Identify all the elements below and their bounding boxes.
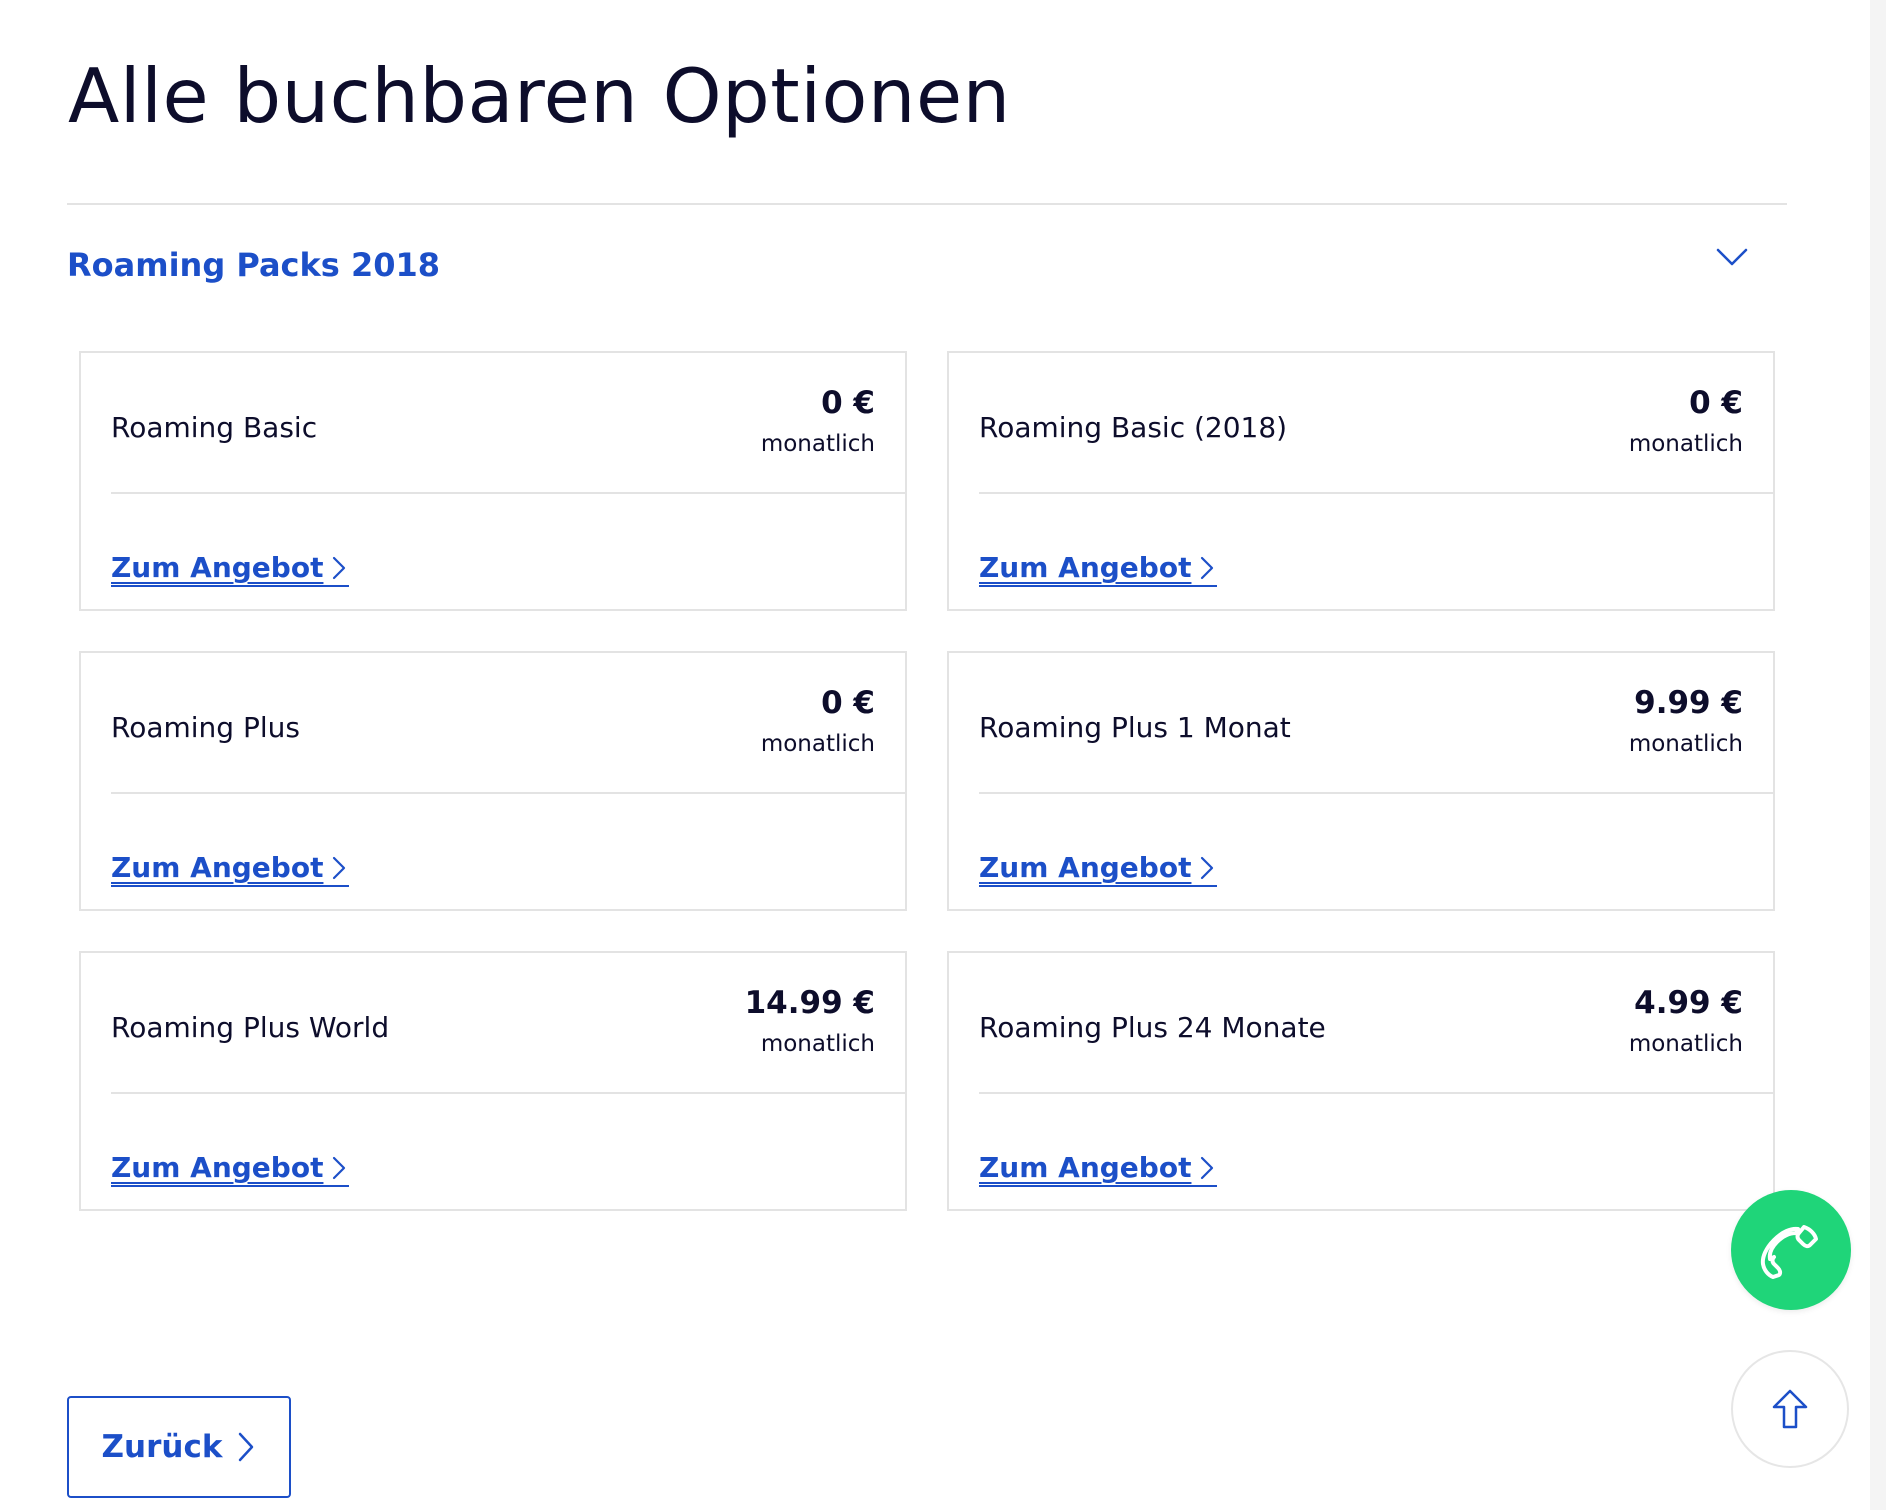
offer-name: Roaming Basic xyxy=(111,411,318,444)
offer-price: 14.99 € xyxy=(744,985,875,1021)
offer-card: Roaming Plus 24 Monate 4.99 € monatlich … xyxy=(947,951,1775,1211)
chevron-right-icon xyxy=(333,1156,346,1180)
offer-period: monatlich xyxy=(1628,431,1743,457)
offer-period: monatlich xyxy=(1628,1031,1743,1057)
offer-card: Roaming Plus 0 € monatlich Zum Angebot xyxy=(79,651,907,911)
page-title: Alle buchbaren Optionen xyxy=(68,52,1011,140)
scroll-to-top-button[interactable] xyxy=(1731,1350,1849,1468)
offer-link[interactable]: Zum Angebot xyxy=(979,551,1218,587)
offer-link-label: Zum Angebot xyxy=(979,1151,1192,1184)
offer-link[interactable]: Zum Angebot xyxy=(979,1151,1218,1187)
offer-card: Roaming Plus World 14.99 € monatlich Zum… xyxy=(79,951,907,1211)
chevron-right-icon xyxy=(333,556,346,580)
back-button[interactable]: Zurück xyxy=(67,1396,291,1498)
offer-card-divider xyxy=(111,792,905,794)
offer-link-label: Zum Angebot xyxy=(979,551,1192,584)
chevron-right-icon xyxy=(1201,1156,1214,1180)
chevron-right-icon xyxy=(1201,556,1214,580)
offer-name: Roaming Plus 1 Monat xyxy=(979,711,1291,744)
offer-price: 0 € xyxy=(821,685,875,721)
offer-grid: Roaming Basic 0 € monatlich Zum Angebot … xyxy=(79,351,1775,1211)
offer-name: Roaming Plus World xyxy=(111,1011,390,1044)
offer-card-divider xyxy=(979,1092,1773,1094)
offer-card: Roaming Basic 0 € monatlich Zum Angebot xyxy=(79,351,907,611)
offer-link[interactable]: Zum Angebot xyxy=(111,1151,350,1187)
scrollbar[interactable] xyxy=(1870,0,1886,1510)
offer-link-label: Zum Angebot xyxy=(111,851,324,884)
offer-card-header: Roaming Basic 0 € monatlich xyxy=(81,353,905,493)
accordion-title: Roaming Packs 2018 xyxy=(67,246,441,284)
offer-card-header: Roaming Plus 1 Monat 9.99 € monatlich xyxy=(949,653,1773,793)
offer-period: monatlich xyxy=(760,431,875,457)
offer-period: monatlich xyxy=(760,1031,875,1057)
page: Alle buchbaren Optionen Roaming Packs 20… xyxy=(0,0,1886,1510)
offer-name: Roaming Basic (2018) xyxy=(979,411,1288,444)
phone-icon xyxy=(1760,1225,1818,1279)
offer-card-header: Roaming Basic (2018) 0 € monatlich xyxy=(949,353,1773,493)
back-button-label: Zurück xyxy=(101,1429,223,1465)
offer-card-divider xyxy=(979,792,1773,794)
offer-price: 0 € xyxy=(821,385,875,421)
offer-card: Roaming Basic (2018) 0 € monatlich Zum A… xyxy=(947,351,1775,611)
offer-name: Roaming Plus xyxy=(111,711,300,744)
offer-link[interactable]: Zum Angebot xyxy=(979,851,1218,887)
chevron-down-icon[interactable] xyxy=(1715,240,1749,274)
offer-card-divider xyxy=(979,492,1773,494)
offer-card-header: Roaming Plus 0 € monatlich xyxy=(81,653,905,793)
offer-link[interactable]: Zum Angebot xyxy=(111,551,350,587)
offer-card-divider xyxy=(111,1092,905,1094)
chevron-right-icon xyxy=(239,1432,254,1462)
divider xyxy=(67,203,1787,205)
offer-name: Roaming Plus 24 Monate xyxy=(979,1011,1326,1044)
offer-price: 4.99 € xyxy=(1634,985,1743,1021)
offer-card-header: Roaming Plus 24 Monate 4.99 € monatlich xyxy=(949,953,1773,1093)
offer-link-label: Zum Angebot xyxy=(111,1151,324,1184)
offer-card-divider xyxy=(111,492,905,494)
accordion-roaming-packs[interactable]: Roaming Packs 2018 xyxy=(67,236,1757,296)
offer-link[interactable]: Zum Angebot xyxy=(111,851,350,887)
offer-link-label: Zum Angebot xyxy=(111,551,324,584)
arrow-up-icon xyxy=(1772,1389,1808,1429)
offer-link-label: Zum Angebot xyxy=(979,851,1192,884)
chevron-right-icon xyxy=(333,856,346,880)
offer-price: 9.99 € xyxy=(1634,685,1743,721)
call-button[interactable] xyxy=(1731,1190,1851,1310)
offer-card: Roaming Plus 1 Monat 9.99 € monatlich Zu… xyxy=(947,651,1775,911)
offer-price: 0 € xyxy=(1689,385,1743,421)
offer-period: monatlich xyxy=(1628,731,1743,757)
chevron-right-icon xyxy=(1201,856,1214,880)
offer-card-header: Roaming Plus World 14.99 € monatlich xyxy=(81,953,905,1093)
offer-period: monatlich xyxy=(760,731,875,757)
